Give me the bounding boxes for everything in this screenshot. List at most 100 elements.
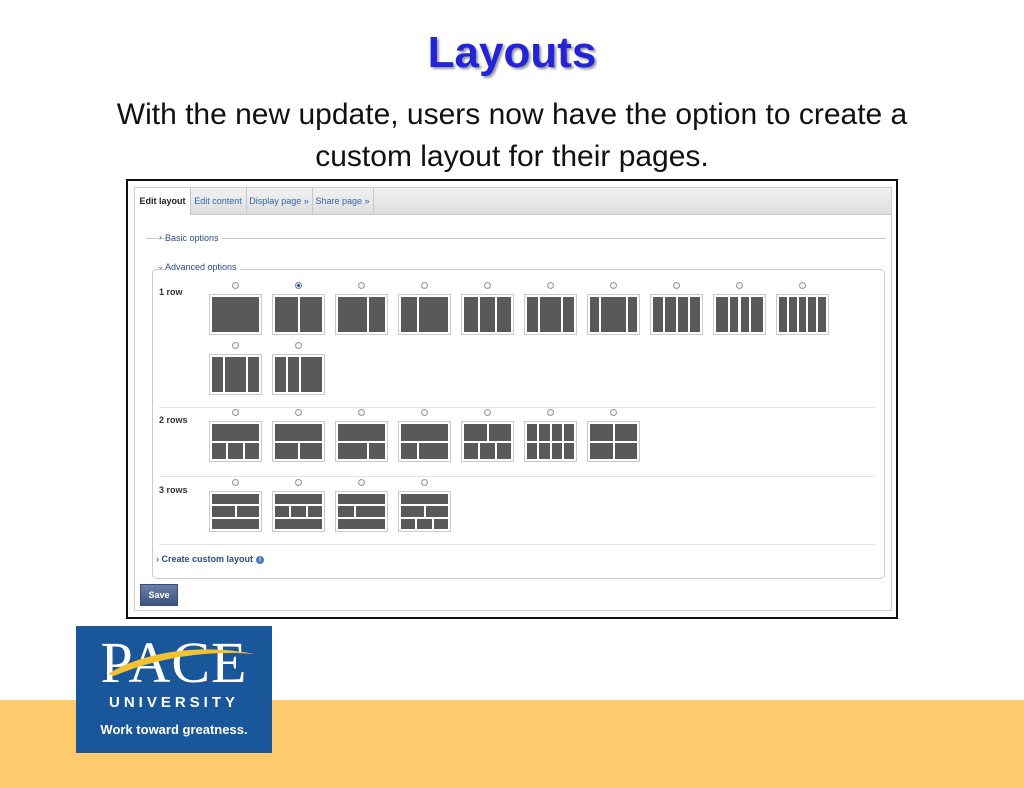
layout-column-block	[291, 506, 306, 517]
layout-column-block	[750, 297, 763, 332]
layout-column-block	[433, 518, 448, 529]
layout-column-block	[488, 424, 511, 441]
layout-option-2-rows-5[interactable]	[461, 421, 514, 462]
layout-column-block	[275, 518, 322, 529]
layout-option-2-rows-4[interactable]	[398, 421, 451, 462]
layout-column-block	[401, 424, 448, 441]
layout-radio[interactable]	[358, 282, 365, 289]
tab-bar: Edit layout Edit content Display page » …	[135, 188, 891, 215]
layout-column-block	[539, 297, 562, 332]
layout-column-block	[212, 297, 259, 332]
layout-option-2-rows-7[interactable]	[587, 421, 640, 462]
chevron-down-icon[interactable]: ⌄	[157, 261, 165, 272]
layout-column-block	[614, 424, 637, 441]
layout-option-1-row-10[interactable]	[776, 294, 829, 335]
layout-option-1-row-1[interactable]	[209, 294, 262, 335]
row-label-1-row: 1 row	[159, 287, 183, 297]
layout-radio[interactable]	[673, 282, 680, 289]
layout-radio[interactable]	[358, 409, 365, 416]
layout-option-2-rows-6[interactable]	[524, 421, 577, 462]
advanced-options-toggle[interactable]: Advanced options	[165, 262, 240, 272]
layout-option-1-row-2[interactable]	[272, 294, 325, 335]
layout-option-1-row-8[interactable]	[650, 294, 703, 335]
save-button[interactable]: Save	[140, 584, 178, 606]
layout-radio[interactable]	[799, 282, 806, 289]
layout-column-block	[788, 297, 797, 332]
tab-display-page[interactable]: Display page »	[246, 188, 313, 214]
slide-title: Layouts	[427, 28, 597, 77]
info-icon[interactable]: i	[256, 556, 265, 564]
layout-radio[interactable]	[295, 409, 302, 416]
row-divider	[159, 476, 875, 477]
layout-column-block	[401, 442, 417, 459]
layout-radio[interactable]	[547, 409, 554, 416]
layout-column-block	[689, 297, 700, 332]
layout-radio[interactable]	[736, 282, 743, 289]
layout-column-block	[338, 424, 385, 441]
layout-column-block	[716, 297, 729, 332]
layout-radio[interactable]	[295, 282, 302, 289]
layout-column-block	[401, 494, 448, 505]
layout-radio[interactable]	[610, 409, 617, 416]
layout-radio[interactable]	[295, 479, 302, 486]
layout-radio[interactable]	[358, 479, 365, 486]
tab-edit-layout[interactable]: Edit layout	[135, 188, 191, 215]
layout-radio[interactable]	[232, 409, 239, 416]
layout-option-1-row-4[interactable]	[398, 294, 451, 335]
layout-column-block	[551, 442, 562, 459]
layout-option-3-rows-4[interactable]	[398, 491, 451, 532]
layout-column-block	[798, 297, 807, 332]
layout-column-block	[299, 442, 322, 459]
layout-option-3-rows-1[interactable]	[209, 491, 262, 532]
layout-column-block	[300, 357, 322, 392]
layout-column-block	[338, 518, 385, 529]
layout-column-block	[401, 506, 424, 517]
create-custom-layout-link[interactable]: › Create custom layout i	[156, 554, 265, 564]
layout-option-1-row-6[interactable]	[524, 294, 577, 335]
layout-option-2-rows-2[interactable]	[272, 421, 325, 462]
layout-column-block	[590, 297, 599, 332]
layout-radio[interactable]	[547, 282, 554, 289]
layout-option-1-row-12[interactable]	[272, 354, 325, 395]
tab-edit-content[interactable]: Edit content	[190, 188, 247, 214]
layout-column-block	[401, 297, 417, 332]
layout-radio[interactable]	[421, 282, 428, 289]
tab-share-page[interactable]: Share page »	[312, 188, 374, 214]
layout-radio[interactable]	[295, 342, 302, 349]
layout-option-1-row-9[interactable]	[713, 294, 766, 335]
layout-column-block	[236, 506, 259, 517]
layout-column-block	[464, 442, 479, 459]
layout-option-1-row-3[interactable]	[335, 294, 388, 335]
row-label-2-rows: 2 rows	[159, 415, 188, 425]
layout-option-1-row-11[interactable]	[209, 354, 262, 395]
layout-column-block	[212, 424, 259, 441]
basic-options-toggle[interactable]: Basic options	[165, 233, 222, 243]
layout-column-block	[539, 442, 550, 459]
layout-radio[interactable]	[484, 409, 491, 416]
layout-column-block	[425, 506, 448, 517]
layout-option-2-rows-3[interactable]	[335, 421, 388, 462]
layout-radio[interactable]	[610, 282, 617, 289]
layout-option-1-row-5[interactable]	[461, 294, 514, 335]
layout-column-block	[779, 297, 787, 332]
layout-radio[interactable]	[232, 342, 239, 349]
layout-column-block	[740, 297, 749, 332]
chevron-right-icon[interactable]: ›	[159, 232, 162, 242]
layout-option-2-rows-1[interactable]	[209, 421, 262, 462]
layout-column-block	[628, 297, 637, 332]
layout-column-block	[275, 424, 322, 441]
layout-option-3-rows-2[interactable]	[272, 491, 325, 532]
layout-option-3-rows-3[interactable]	[335, 491, 388, 532]
layout-column-block	[563, 442, 574, 459]
layout-column-block	[818, 297, 826, 332]
layout-column-block	[730, 297, 739, 332]
layout-radio[interactable]	[421, 409, 428, 416]
layout-column-block	[212, 506, 235, 517]
layout-radio[interactable]	[484, 282, 491, 289]
layout-column-block	[275, 506, 290, 517]
layout-radio[interactable]	[232, 282, 239, 289]
layout-option-1-row-7[interactable]	[587, 294, 640, 335]
layout-column-block	[228, 442, 243, 459]
layout-radio[interactable]	[421, 479, 428, 486]
layout-radio[interactable]	[232, 479, 239, 486]
